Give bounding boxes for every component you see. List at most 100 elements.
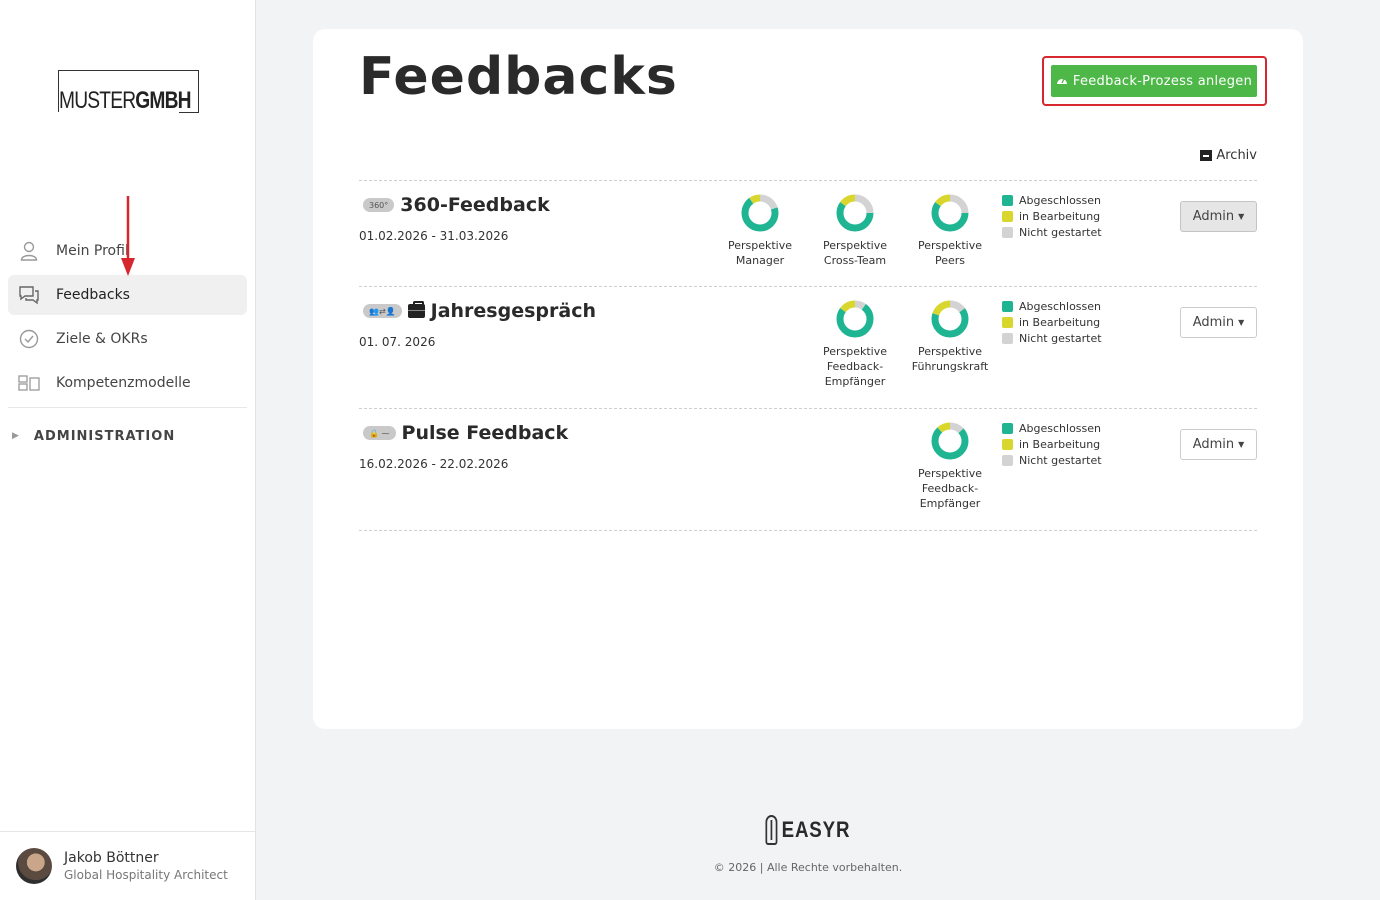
highlight-frame: Feedback-Prozess anlegen [1042, 56, 1267, 106]
sidebar-item-feedbacks[interactable]: Feedbacks [8, 275, 247, 315]
archive-link[interactable]: Archiv [1200, 148, 1257, 163]
status-legend: Abgeschlossen in Bearbeitung Nicht gesta… [1002, 192, 1102, 240]
sidebar-item-label: Feedbacks [56, 287, 130, 303]
status-legend: Abgeschlossen in Bearbeitung Nicht gesta… [1002, 420, 1102, 468]
admin-label: Admin [1192, 315, 1235, 330]
sidebar-item-label: Ziele & OKRs [56, 331, 148, 347]
process-date: 01.02.2026 - 31.03.2026 [359, 229, 509, 243]
user-name: Jakob Böttner [64, 850, 159, 866]
easyr-logo[interactable]: EASYR [765, 815, 851, 845]
admin-dropdown-button[interactable]: Admin ▼ [1180, 201, 1257, 232]
badge-text: 👥⇄👤 [369, 306, 396, 316]
feedback-process-list: 360° 360-Feedback 01.02.2026 - 31.03.202… [359, 180, 1257, 531]
legend-done: Abgeschlossen [1019, 421, 1101, 435]
legend-swatch-not-started [1002, 454, 1013, 466]
logo-part-gmbh: GMBH [135, 87, 191, 114]
legend-swatch-not-started [1002, 226, 1013, 238]
legend-swatch-done [1002, 300, 1013, 312]
process-title[interactable]: 360-Feedback [400, 194, 549, 216]
perspective-label: Perspektive Führungskraft [911, 345, 989, 373]
dashboard-icon [1056, 74, 1068, 88]
chat-icon [18, 284, 40, 306]
caret-down-icon: ▼ [1238, 440, 1245, 449]
easyr-logo-icon [765, 815, 778, 845]
perspective-label: Perspektive Feedback- Empfänger [917, 467, 983, 510]
archive-icon [1200, 150, 1213, 161]
list-item: 360° 360-Feedback 01.02.2026 - 31.03.202… [359, 181, 1257, 287]
legend-swatch-not-started [1002, 332, 1013, 344]
legend-swatch-done [1002, 422, 1013, 434]
sidebar: MUSTERGMBH Mein Profil Feedbacks Ziele &… [0, 0, 256, 900]
perspective-label: Perspektive Cross-Team [822, 239, 888, 267]
legend-in-progress: in Bearbeitung [1019, 437, 1101, 451]
donut-chart [931, 422, 969, 460]
legend-not-started: Nicht gestartet [1019, 331, 1102, 345]
sidebar-section-label: ADMINISTRATION [33, 428, 176, 444]
sidebar-item-label: Kompetenzmodelle [56, 375, 191, 391]
list-item: 👥⇄👤 Jahresgespräch 01. 07. 2026 Perspekt… [359, 287, 1257, 409]
status-legend: Abgeschlossen in Bearbeitung Nicht gesta… [1002, 298, 1102, 346]
donut-chart [931, 300, 969, 338]
avatar [16, 848, 52, 884]
user-icon [18, 240, 40, 262]
admin-dropdown-button[interactable]: Admin ▼ [1180, 429, 1257, 460]
admin-dropdown-button[interactable]: Admin ▼ [1180, 307, 1257, 338]
admin-label: Admin [1192, 437, 1235, 452]
perspective-feedback-empfaenger[interactable]: Perspektive Feedback- Empfänger [910, 420, 990, 511]
brand-name: EASYR [781, 817, 851, 842]
legend-in-progress: in Bearbeitung [1019, 209, 1101, 223]
create-button-label: Feedback-Prozess anlegen [1072, 73, 1253, 89]
list-item: 🔒 ⁓ Pulse Feedback 16.02.2026 - 22.02.20… [359, 409, 1257, 531]
sidebar-section-administration[interactable]: ▶ ADMINISTRATION [8, 408, 247, 464]
perspective-peers[interactable]: Perspektive Peers [910, 192, 990, 268]
process-title[interactable]: Jahresgespräch [431, 300, 596, 322]
company-logo[interactable]: MUSTERGMBH [58, 70, 199, 114]
donut-chart [931, 194, 969, 232]
legend-swatch-done [1002, 194, 1013, 206]
copyright: © 2026 | Alle Rechte vorbehalten. [713, 861, 903, 874]
sidebar-item-label: Mein Profil [56, 243, 129, 259]
legend-swatch-in-progress [1002, 210, 1013, 222]
perspective-label: Perspektive Manager [727, 239, 793, 267]
donut-chart [741, 194, 779, 232]
legend-swatch-in-progress [1002, 316, 1013, 328]
people-exchange-icon: 👥⇄👤 [363, 304, 402, 318]
user-profile[interactable]: Jakob Böttner Global Hospitality Archite… [0, 831, 255, 900]
donut-chart [836, 300, 874, 338]
legend-not-started: Nicht gestartet [1019, 453, 1102, 467]
perspective-label: Perspektive Feedback- Empfänger [822, 345, 888, 388]
briefcase-icon [407, 301, 425, 318]
check-circle-icon [18, 328, 40, 350]
legend-done: Abgeschlossen [1019, 193, 1101, 207]
perspective-feedback-empfaenger[interactable]: Perspektive Feedback- Empfänger [815, 298, 895, 389]
triangle-right-icon: ▶ [12, 431, 20, 441]
sidebar-item-ziele-okrs[interactable]: Ziele & OKRs [8, 319, 247, 359]
main-card: Feedbacks Feedback-Prozess anlegen Archi… [313, 29, 1303, 729]
red-arrow-annotation [121, 196, 135, 276]
footer: EASYR © 2026 | Alle Rechte vorbehalten. [313, 815, 1303, 874]
sidebar-item-kompetenzmodelle[interactable]: Kompetenzmodelle [8, 363, 247, 403]
perspective-label: Perspektive Peers [917, 239, 983, 267]
page-title: Feedbacks [359, 47, 678, 107]
process-date: 01. 07. 2026 [359, 335, 436, 349]
perspective-fuehrungskraft[interactable]: Perspektive Führungskraft [910, 298, 990, 374]
admin-label: Admin [1192, 209, 1235, 224]
caret-down-icon: ▼ [1238, 212, 1245, 221]
lock-pulse-icon: 🔒 ⁓ [363, 426, 396, 440]
user-role: Global Hospitality Architect [64, 868, 228, 882]
badge-text: 360° [369, 200, 389, 210]
legend-swatch-in-progress [1002, 438, 1013, 450]
archive-label: Archiv [1216, 148, 1257, 163]
process-date: 16.02.2026 - 22.02.2026 [359, 457, 509, 471]
caret-down-icon: ▼ [1238, 318, 1245, 327]
legend-not-started: Nicht gestartet [1019, 225, 1102, 239]
360-icon: 360° [363, 198, 395, 212]
process-title[interactable]: Pulse Feedback [402, 422, 569, 444]
perspective-manager[interactable]: Perspektive Manager [720, 192, 800, 268]
blocks-icon [18, 372, 40, 394]
legend-in-progress: in Bearbeitung [1019, 315, 1101, 329]
perspective-cross-team[interactable]: Perspektive Cross-Team [815, 192, 895, 268]
create-feedback-process-button[interactable]: Feedback-Prozess anlegen [1051, 65, 1257, 97]
badge-text: 🔒 ⁓ [369, 428, 390, 438]
donut-chart [836, 194, 874, 232]
